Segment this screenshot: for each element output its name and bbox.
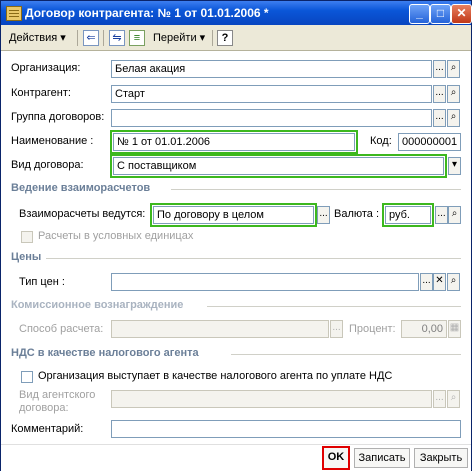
- vat-agent-checkbox[interactable]: [21, 371, 33, 383]
- currency-select-button[interactable]: ...: [435, 206, 448, 224]
- percent-label: Процент:: [349, 323, 396, 335]
- price-type-select-button[interactable]: ...: [420, 273, 433, 291]
- agent-contract-label-2: договора:: [19, 402, 69, 414]
- currency-label: Валюта :: [334, 208, 380, 220]
- title-bar: Договор контрагента: № 1 от 01.01.2006 *…: [1, 1, 472, 25]
- contractor-label: Контрагент:: [11, 87, 71, 99]
- agent-contract-select-button[interactable]: ...: [433, 390, 446, 408]
- section-divider: [46, 258, 461, 259]
- goto-menu-label: Перейти: [153, 32, 197, 44]
- price-type-field[interactable]: [111, 273, 419, 291]
- currency-field[interactable]: руб.: [385, 206, 431, 224]
- ok-button[interactable]: OK: [324, 448, 348, 468]
- conv-units-checkbox[interactable]: [21, 231, 33, 243]
- contractor-search-icon[interactable]: ⌕: [447, 85, 460, 103]
- name-field[interactable]: № 1 от 01.01.2006: [113, 133, 355, 151]
- button-bar: OK Записать Закрыть: [1, 444, 471, 471]
- comment-label: Комментарий:: [11, 423, 84, 435]
- contract-window: Договор контрагента: № 1 от 01.01.2006 *…: [0, 0, 472, 471]
- chevron-down-icon: ▾: [199, 32, 206, 44]
- prices-section-title: Цены: [11, 251, 42, 263]
- name-label: Наименование :: [11, 135, 94, 147]
- kind-label: Вид договора:: [11, 159, 84, 171]
- percent-field[interactable]: 0,00: [401, 320, 447, 338]
- vat-agent-label: Организация выступает в качестве налогов…: [38, 370, 393, 382]
- actions-menu-label: Действия: [9, 32, 58, 44]
- structure-icon[interactable]: ⇋: [109, 30, 125, 46]
- calculator-icon[interactable]: ▦: [448, 320, 461, 338]
- settlements-section-title: Ведение взаиморасчетов: [11, 182, 151, 194]
- toolbar: Действия ▾ ⇐ ⇋ ≡ Перейти ▾ ?: [1, 26, 471, 51]
- settle-select-button[interactable]: ...: [317, 206, 330, 224]
- help-icon[interactable]: ?: [217, 30, 233, 46]
- toolbar-divider: [103, 30, 104, 46]
- org-select-button[interactable]: ...: [433, 60, 446, 78]
- commission-section-title: Комиссионное вознаграждение: [11, 299, 184, 311]
- price-type-search-icon[interactable]: ⌕: [447, 273, 460, 291]
- group-field[interactable]: [111, 109, 432, 127]
- group-search-icon[interactable]: ⌕: [447, 109, 460, 127]
- toolbar-divider: [212, 30, 213, 46]
- settle-field[interactable]: По договору в целом: [153, 206, 314, 224]
- section-divider: [231, 354, 461, 355]
- group-label: Группа договоров:: [11, 111, 105, 123]
- org-search-icon[interactable]: ⌕: [447, 60, 460, 78]
- vat-section-title: НДС в качестве налогового агента: [11, 347, 199, 359]
- kind-field[interactable]: С поставщиком: [113, 157, 444, 175]
- kind-dropdown-icon[interactable]: ▾: [448, 157, 461, 175]
- price-type-label: Тип цен :: [19, 276, 65, 288]
- back-arrow-icon[interactable]: ⇐: [83, 30, 99, 46]
- org-field[interactable]: Белая акация: [111, 60, 432, 78]
- code-label: Код:: [370, 135, 392, 147]
- document-icon: [6, 6, 22, 21]
- currency-search-icon[interactable]: ⌕: [448, 206, 461, 224]
- agent-contract-search-icon[interactable]: ⌕: [447, 390, 460, 408]
- org-label: Организация:: [11, 62, 81, 74]
- conv-units-label: Расчеты в условных единицах: [38, 230, 194, 242]
- calc-method-label: Способ расчета:: [19, 323, 104, 335]
- price-type-clear-icon[interactable]: ✕: [433, 273, 446, 291]
- group-select-button[interactable]: ...: [433, 109, 446, 127]
- save-button[interactable]: Записать: [354, 448, 410, 468]
- close-button[interactable]: Закрыть: [414, 448, 468, 468]
- comment-field[interactable]: [111, 420, 461, 438]
- window-title: Договор контрагента: № 1 от 01.01.2006 *: [25, 6, 269, 20]
- maximize-button[interactable]: □: [430, 4, 451, 24]
- contractor-field[interactable]: Старт: [111, 85, 432, 103]
- settle-label: Взаиморасчеты ведутся:: [19, 208, 146, 220]
- chevron-down-icon: ▾: [60, 32, 66, 44]
- agent-contract-label: Вид агентского: [19, 389, 96, 401]
- actions-menu[interactable]: Действия ▾: [9, 29, 66, 47]
- agent-contract-field[interactable]: [111, 390, 432, 408]
- goto-menu[interactable]: Перейти ▾: [153, 29, 205, 47]
- close-window-button[interactable]: ✕: [451, 4, 472, 24]
- code-field[interactable]: 000000001: [398, 133, 461, 151]
- toolbar-divider: [77, 30, 78, 46]
- minimize-button[interactable]: _: [409, 4, 430, 24]
- contractor-select-button[interactable]: ...: [433, 85, 446, 103]
- calc-method-field[interactable]: [111, 320, 329, 338]
- form-body: Организация: Белая акация ... ⌕ Контраге…: [1, 51, 471, 470]
- calc-method-select-button[interactable]: ...: [330, 320, 343, 338]
- tree-icon[interactable]: ≡: [129, 30, 145, 46]
- section-divider: [207, 306, 461, 307]
- section-divider: [171, 189, 461, 190]
